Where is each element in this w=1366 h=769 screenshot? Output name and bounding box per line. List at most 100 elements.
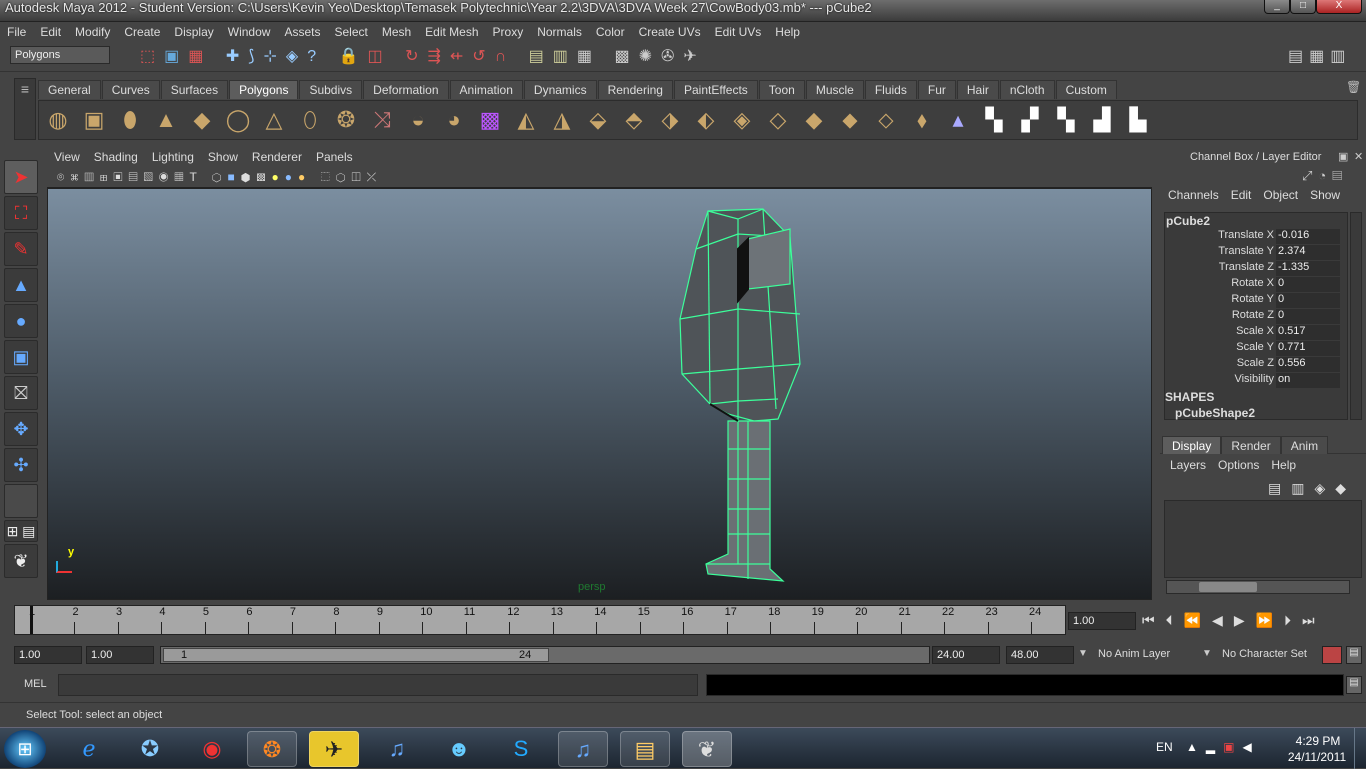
channel-box-menu-channels[interactable]: Channels — [1162, 188, 1225, 202]
layer-up-icon[interactable]: ▤ — [1268, 480, 1291, 496]
viewport-toolbar[interactable]: ⌾⌘▥⊞▣▤▧◉▦T ⬡■⬢▩●●● ⬚⬡◫⤫ — [47, 166, 1152, 188]
menu-file[interactable]: File — [0, 25, 33, 39]
cut-faces-icon[interactable]: ⬥ — [836, 106, 864, 134]
layer-menu-help[interactable]: Help — [1265, 458, 1302, 472]
isolate-select-icon[interactable]: ⬚ — [321, 170, 336, 184]
universal-manipulator-icon[interactable]: ⛝ — [4, 376, 38, 410]
play-backward-icon[interactable]: ◀ — [1212, 612, 1234, 628]
collapse-icon[interactable]: ◇ — [764, 106, 792, 134]
wireframe-icon[interactable]: ⬡ — [212, 170, 228, 184]
xray-components-icon[interactable]: ⤫ — [367, 170, 383, 184]
layer-down-icon[interactable]: ▥ — [1291, 480, 1314, 496]
channel-value[interactable]: 0.771 — [1276, 341, 1340, 357]
shelf-tab-surfaces[interactable]: Surfaces — [160, 80, 229, 99]
channel-box-toggle-icon[interactable]: ▥ — [1330, 48, 1351, 65]
range-slider-handle[interactable] — [163, 648, 549, 662]
output-icon[interactable]: ⇷ — [450, 48, 472, 65]
playback-controls[interactable]: ⏮⏴⏪◀▶⏩⏵⏭ — [1142, 612, 1326, 629]
shelf-tab-ncloth[interactable]: nCloth — [999, 80, 1055, 99]
maya-taskbar-icon[interactable]: ❦ — [682, 731, 732, 767]
channel-row[interactable]: Translate X -0.016 — [1165, 229, 1347, 245]
shelf-tab-custom[interactable]: Custom — [1055, 80, 1117, 99]
auto-key-icon[interactable] — [1322, 646, 1342, 664]
menu-mesh[interactable]: Mesh — [375, 25, 418, 39]
go-to-start-icon[interactable]: ⏮ — [1142, 612, 1166, 628]
select-tool-icon[interactable]: ➤ — [4, 160, 38, 194]
help-icon[interactable]: ? — [307, 48, 325, 65]
menu-edit[interactable]: Edit — [33, 25, 68, 39]
channel-name[interactable]: Rotate Y — [1165, 293, 1276, 309]
language-indicator[interactable]: EN — [1156, 740, 1173, 754]
channel-box-tool-icons[interactable]: ⤢◔▤ — [1302, 168, 1348, 184]
snap-point-icon[interactable]: ⊹ — [263, 48, 285, 65]
animation-end-field[interactable]: 48.00 — [1006, 646, 1074, 664]
range-slider[interactable]: 1 24 — [160, 646, 930, 664]
channel-box-menu-show[interactable]: Show — [1304, 188, 1346, 202]
panel-toggle-icons[interactable]: ▤▦▥ — [1288, 46, 1351, 66]
viewport-menu-show[interactable]: Show — [201, 150, 245, 164]
menu-set-dropdown[interactable]: Polygons — [10, 46, 110, 64]
menu-color[interactable]: Color — [589, 25, 632, 39]
poly-pipe-icon[interactable]: ⬯ — [296, 106, 324, 134]
magnet-icon[interactable]: ∩ — [495, 48, 516, 65]
channel-row[interactable]: Scale Y 0.771 — [1165, 341, 1347, 357]
selection-mask-icon[interactable]: ◫ — [367, 48, 391, 65]
show-hidden-icons-icon[interactable]: ▲ — [1186, 740, 1206, 754]
perspective-viewport[interactable]: y persp — [47, 188, 1152, 600]
go-to-end-icon[interactable]: ⏭ — [1302, 612, 1326, 628]
channel-box-menu-object[interactable]: Object — [1257, 188, 1304, 202]
rotate-tool-icon[interactable]: ● — [4, 304, 38, 338]
layout-shortcuts-icon[interactable]: ⊞ ▤ — [4, 520, 38, 542]
attribute-editor-toggle-icon[interactable]: ▤ — [1288, 48, 1309, 65]
channel-row[interactable]: Rotate Y0 — [1165, 293, 1347, 309]
channel-value[interactable]: 0 — [1276, 309, 1340, 325]
channel-name[interactable]: Rotate X — [1165, 277, 1276, 293]
character-set-dropdown[interactable]: No Character Set — [1222, 648, 1307, 660]
layer-buttons[interactable]: ▤▥◈◆ — [1268, 480, 1356, 497]
chrome-icon[interactable]: ◉ — [187, 731, 237, 767]
menu-normals[interactable]: Normals — [530, 25, 589, 39]
channel-name[interactable]: Rotate Z — [1165, 309, 1276, 325]
anim-layer-dropdown-icon[interactable]: ▼ — [1078, 648, 1088, 659]
firefox-icon[interactable]: ❂ — [247, 731, 297, 767]
step-back-key-icon[interactable]: ⏪ — [1184, 612, 1212, 628]
clapper-icon[interactable]: ✇ — [661, 48, 683, 65]
poly-torus-icon[interactable]: ◯ — [224, 106, 252, 134]
shelf-tab-muscle[interactable]: Muscle — [805, 80, 864, 99]
soft-modification-icon[interactable]: ✥ — [4, 412, 38, 446]
viewport-menu-lighting[interactable]: Lighting — [145, 150, 201, 164]
wedge-faces-icon[interactable]: ⬧ — [908, 106, 936, 134]
network-icon[interactable]: ▣ — [1223, 740, 1242, 754]
tool-settings-toggle-icon[interactable]: ▦ — [1309, 48, 1330, 65]
high-quality-icon[interactable]: ● — [298, 170, 311, 184]
xray-joints-icon[interactable]: ◫ — [351, 170, 366, 184]
channel-value[interactable]: 0.517 — [1276, 325, 1340, 341]
trash-icon[interactable]: 🗑 — [1346, 80, 1361, 94]
menu-proxy[interactable]: Proxy — [486, 25, 531, 39]
playback-end-field[interactable]: 24.00 — [932, 646, 1000, 664]
viewport-menu-panels[interactable]: Panels — [309, 150, 360, 164]
ipr-render-icon[interactable]: ▦ — [577, 48, 601, 65]
current-time-marker[interactable] — [30, 606, 33, 634]
maximize-button[interactable]: □ — [1290, 0, 1316, 14]
film-gate-icon[interactable]: ▣ — [113, 170, 128, 184]
safe-action-icon[interactable]: ▦ — [174, 170, 189, 184]
signal-icon[interactable]: ▂ — [1206, 740, 1223, 754]
channel-row[interactable]: Visibility on — [1165, 373, 1347, 389]
volume-icon[interactable]: ◀ — [1242, 740, 1259, 754]
channel-value[interactable]: 0 — [1276, 277, 1340, 293]
shelf-tab-fluids[interactable]: Fluids — [864, 80, 917, 99]
separate-icon[interactable]: ◒ — [404, 106, 432, 134]
channel-value[interactable]: 2.374 — [1276, 245, 1340, 261]
mel-label[interactable]: MEL — [24, 678, 47, 690]
channel-name[interactable]: Translate X — [1165, 229, 1276, 245]
channel-row[interactable]: Translate Z -1.335 — [1165, 261, 1347, 277]
script-editor-icon[interactable]: ▤ — [1346, 676, 1362, 694]
start-button-icon[interactable]: ⊞ — [4, 730, 46, 768]
menu-create-uvs[interactable]: Create UVs — [632, 25, 708, 39]
layer-menu-options[interactable]: Options — [1212, 458, 1265, 472]
anim-prefs-icon[interactable]: ▤ — [1346, 646, 1362, 664]
channel-value[interactable]: 0.556 — [1276, 357, 1340, 373]
channel-name[interactable]: Visibility — [1165, 373, 1276, 389]
clapper-settings-icon[interactable]: ✈ — [683, 48, 705, 65]
